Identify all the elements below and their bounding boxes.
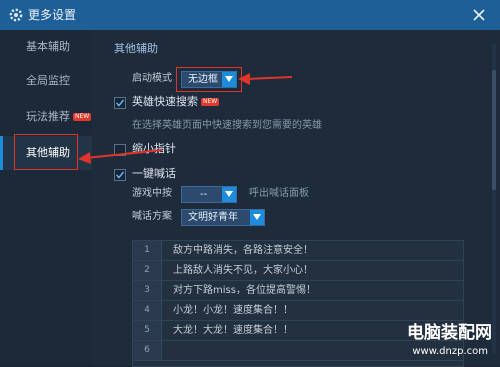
annotation-arrow-launch-mode: [245, 76, 293, 80]
annotation-arrow-sidebar: [85, 149, 163, 159]
annotation-arrowhead-sidebar: [78, 152, 91, 164]
annotation-arrowhead-launch-mode: [238, 73, 250, 85]
watermark-title: 电脑装配网: [407, 323, 492, 343]
watermark: 电脑装配网 www.dnzp.com: [372, 322, 492, 362]
annotation-arrows: [78, 73, 293, 164]
watermark-url: www.dnzp.com: [412, 346, 488, 357]
